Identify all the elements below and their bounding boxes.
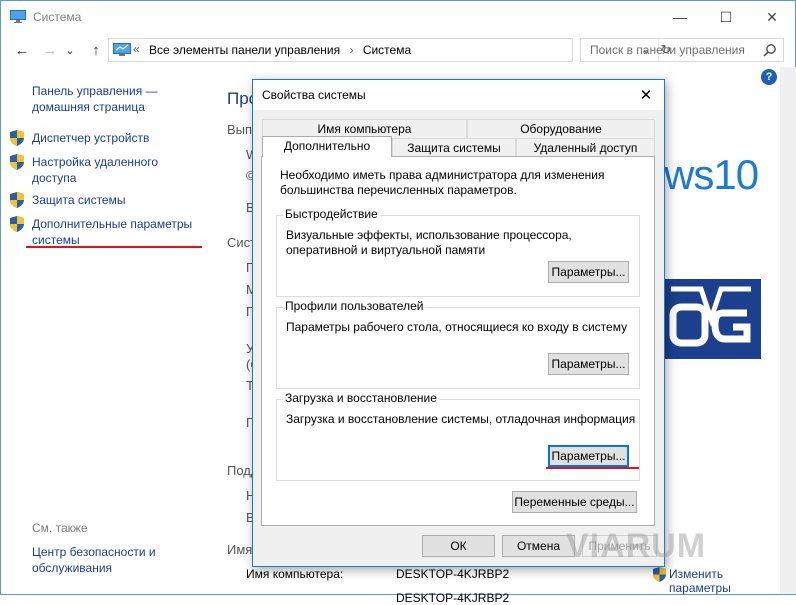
user-profiles-settings-button[interactable]: Параметры... bbox=[548, 353, 629, 375]
startup-recovery-title: Загрузка и восстановление bbox=[283, 391, 439, 405]
arrow-left-icon: ← bbox=[14, 41, 30, 59]
maximize-button[interactable]: ☐ bbox=[703, 1, 749, 33]
arrow-right-icon: → bbox=[42, 41, 58, 59]
system-properties-dialog: Свойства системы ✕ Имя компьютера Оборуд… bbox=[252, 79, 665, 567]
chevron-down-icon: ⌄ bbox=[65, 44, 75, 57]
shield-icon bbox=[10, 130, 24, 146]
breadcrumb-all-control-panel-items[interactable]: Все элементы панели управления bbox=[149, 43, 340, 57]
search-placeholder: Поиск в панели управления bbox=[590, 43, 745, 57]
highlight-underline bbox=[26, 246, 202, 248]
shield-icon bbox=[10, 192, 24, 208]
shield-icon bbox=[10, 216, 24, 232]
dialog-title-bar: Свойства системы ✕ bbox=[253, 80, 664, 110]
computer-name-label: Имя компьютера: bbox=[246, 567, 344, 581]
tab-hardware[interactable]: Оборудование bbox=[467, 119, 655, 138]
up-button[interactable]: ↑ bbox=[87, 41, 105, 59]
sidebar-item-device-manager[interactable]: Диспетчер устройств bbox=[32, 130, 149, 146]
computer-icon bbox=[10, 10, 26, 23]
startup-recovery-desc: Загрузка и восстановление системы, отлад… bbox=[286, 412, 636, 426]
user-profiles-desc: Параметры рабочего стола, относящиеся ко… bbox=[286, 320, 628, 334]
address-bar[interactable]: « Все элементы панели управления › Систе… bbox=[108, 38, 671, 62]
change-settings-label: Изменить параметры bbox=[669, 567, 731, 595]
system-window: Система — ☐ ✕ ← → ⌄ ↑ « Все элементы пан… bbox=[0, 0, 796, 605]
user-profiles-title: Профили пользователей bbox=[283, 299, 426, 313]
minimize-icon: — bbox=[673, 9, 687, 25]
environment-variables-button[interactable]: Переменные среды... bbox=[512, 491, 637, 513]
arrow-up-icon: ↑ bbox=[92, 41, 100, 59]
performance-settings-button[interactable]: Параметры... bbox=[548, 261, 629, 283]
see-also-heading: См. также bbox=[32, 521, 88, 535]
help-icon: ? bbox=[765, 71, 773, 83]
close-icon: ✕ bbox=[766, 8, 778, 25]
title-bar: Система — ☐ ✕ bbox=[1, 1, 795, 33]
advanced-tab-panel: Необходимо иметь права администратора дл… bbox=[261, 156, 655, 526]
sidebar-item-security-center[interactable]: Центр безопасности и обслуживания bbox=[32, 544, 192, 576]
sidebar-item-system-protection[interactable]: Защита системы bbox=[32, 192, 125, 208]
breadcrumb-system[interactable]: Система bbox=[363, 43, 411, 57]
sidebar-item-remote-settings[interactable]: Настройка удаленного доступа bbox=[32, 154, 172, 186]
search-input[interactable]: Поиск в панели управления bbox=[580, 38, 784, 62]
window-title: Система bbox=[33, 10, 82, 24]
vertical-scrollbar[interactable] bbox=[780, 67, 796, 594]
dialog-title: Свойства системы bbox=[262, 88, 366, 102]
close-button[interactable]: ✕ bbox=[749, 1, 795, 33]
tab-remote[interactable]: Удаленный доступ bbox=[516, 138, 655, 157]
sidebar-home-link[interactable]: Панель управления — домашняя страница bbox=[32, 83, 212, 115]
shield-icon bbox=[653, 567, 666, 582]
maximize-icon: ☐ bbox=[719, 8, 733, 25]
section-name-heading: Имя bbox=[227, 542, 253, 557]
cancel-button[interactable]: Отмена bbox=[502, 535, 575, 557]
dialog-close-button[interactable]: ✕ bbox=[630, 80, 662, 110]
startup-recovery-settings-button[interactable]: Параметры... bbox=[548, 445, 629, 467]
breadcrumb-separator: › bbox=[349, 43, 354, 57]
watermark: VIARUM bbox=[566, 527, 707, 565]
shield-icon bbox=[10, 154, 24, 170]
performance-desc: Визуальные эффекты, использование процес… bbox=[286, 228, 572, 257]
control-panel-icon bbox=[113, 43, 131, 56]
minimize-button[interactable]: — bbox=[657, 1, 703, 33]
breadcrumb: Все элементы панели управления › Система bbox=[149, 43, 411, 57]
oem-logo-icon bbox=[661, 279, 761, 359]
admin-rights-note: Необходимо иметь права администратора дл… bbox=[280, 168, 605, 197]
help-button[interactable]: ? bbox=[761, 69, 777, 85]
recent-locations-button[interactable]: ⌄ bbox=[64, 42, 76, 58]
highlight-underline bbox=[546, 467, 639, 469]
close-icon: ✕ bbox=[639, 87, 653, 104]
back-button[interactable]: ← bbox=[13, 41, 31, 59]
computer-name-value: DESKTOP-4KJRBP2 bbox=[396, 567, 510, 581]
user-profiles-group: Профили пользователей Параметры рабочего… bbox=[276, 299, 640, 389]
sidebar-item-advanced-settings[interactable]: Дополнительные параметры системы bbox=[32, 216, 207, 248]
address-overflow[interactable]: « bbox=[133, 42, 140, 56]
full-name-value: DESKTOP-4KJRBP2 bbox=[396, 591, 510, 605]
forward-button[interactable]: → bbox=[41, 41, 59, 59]
ok-button[interactable]: ОК bbox=[422, 535, 495, 557]
windows10-logo-text: ws10 bbox=[664, 151, 759, 198]
performance-group: Быстродействие Визуальные эффекты, испол… bbox=[276, 207, 640, 297]
tab-system-protection[interactable]: Защита системы bbox=[392, 138, 516, 157]
search-icon bbox=[763, 44, 776, 57]
performance-title: Быстродействие bbox=[283, 207, 380, 221]
tab-advanced[interactable]: Дополнительно bbox=[262, 136, 392, 157]
